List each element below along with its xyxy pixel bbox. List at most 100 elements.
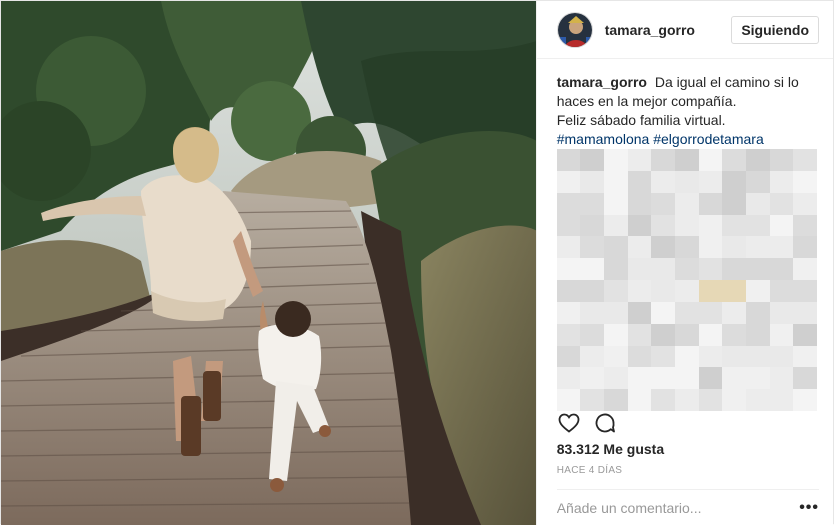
blur-cell xyxy=(769,367,794,390)
blur-cell xyxy=(722,258,746,280)
blur-cell xyxy=(604,214,628,237)
blur-cell xyxy=(556,258,581,280)
add-comment-input[interactable] xyxy=(556,499,800,516)
blur-cell xyxy=(746,301,770,324)
blur-cell xyxy=(627,301,652,324)
blur-cell xyxy=(675,280,699,302)
following-button[interactable]: Siguiendo xyxy=(731,15,819,44)
blur-cell xyxy=(580,236,605,259)
blur-cell xyxy=(651,149,676,171)
blur-cell xyxy=(651,236,676,259)
blur-cell xyxy=(698,345,723,368)
post-username[interactable]: tamara_gorro xyxy=(605,22,732,38)
blur-cell xyxy=(580,280,605,302)
blur-cell xyxy=(675,192,699,215)
caption-username[interactable]: tamara_gorro xyxy=(557,74,647,90)
blur-cell xyxy=(556,301,581,324)
blur-cell xyxy=(722,149,746,171)
blur-cell xyxy=(793,149,817,171)
blur-cell xyxy=(675,214,699,237)
blur-cell xyxy=(556,345,581,368)
pixelated-comment-area xyxy=(556,149,817,411)
post-side-panel: tamara_gorro Siguiendo tamara_gorro Da i… xyxy=(535,1,833,525)
blur-cell xyxy=(627,367,652,390)
blur-cell xyxy=(651,280,676,302)
blur-cell xyxy=(746,214,770,237)
blur-cell xyxy=(698,323,723,346)
blur-cell xyxy=(769,345,794,368)
blur-cell xyxy=(698,170,723,193)
blur-cell xyxy=(604,367,628,390)
blur-cell xyxy=(580,214,605,237)
blur-cell xyxy=(746,149,770,171)
blur-cell xyxy=(746,367,770,390)
blur-cell xyxy=(793,236,817,259)
blur-cell xyxy=(746,236,770,259)
likes-count[interactable]: 83.312 Me gusta xyxy=(557,441,664,457)
blur-cell xyxy=(722,323,746,346)
blur-cell xyxy=(793,323,817,346)
blur-cell xyxy=(722,389,746,411)
more-options-icon[interactable]: ••• xyxy=(799,499,819,517)
blur-cell xyxy=(698,149,723,171)
blur-cell xyxy=(580,367,605,390)
blur-cell xyxy=(604,170,628,193)
blur-cell xyxy=(675,236,699,259)
avatar[interactable] xyxy=(556,11,593,48)
blur-cell xyxy=(675,367,699,390)
blur-cell xyxy=(580,258,605,280)
blur-cell xyxy=(675,301,699,324)
blur-cell xyxy=(675,323,699,346)
blur-cell xyxy=(722,192,746,215)
comment-icon[interactable] xyxy=(593,411,617,435)
blur-cell xyxy=(698,280,723,302)
heart-icon[interactable] xyxy=(557,411,581,435)
blur-cell xyxy=(769,214,794,237)
blur-cell xyxy=(627,323,652,346)
blur-cell xyxy=(651,170,676,193)
blur-cell xyxy=(722,214,746,237)
blur-cell xyxy=(580,389,605,411)
hashtag-elgorrodetamara[interactable]: #elgorrodetamara xyxy=(653,131,764,147)
blur-cell xyxy=(556,236,581,259)
blur-cell xyxy=(793,170,817,193)
blur-cell xyxy=(627,389,652,411)
blur-cell xyxy=(793,192,817,215)
blur-cell xyxy=(793,389,817,411)
blur-cell xyxy=(580,323,605,346)
blur-cell xyxy=(722,280,746,302)
blur-cell xyxy=(769,192,794,215)
blur-cell xyxy=(604,389,628,411)
add-comment-bar: ••• xyxy=(556,489,819,525)
blur-cell xyxy=(604,301,628,324)
blur-cell xyxy=(698,214,723,237)
avatar-image xyxy=(557,12,592,47)
blur-cell xyxy=(627,258,652,280)
blur-cell xyxy=(793,214,817,237)
blur-cell xyxy=(556,280,581,302)
blur-cell xyxy=(746,280,770,302)
blur-cell xyxy=(651,192,676,215)
post-header: tamara_gorro Siguiendo xyxy=(536,1,833,59)
blur-cell xyxy=(675,149,699,171)
blur-cell xyxy=(604,258,628,280)
blur-cell xyxy=(698,301,723,324)
blur-cell xyxy=(769,236,794,259)
post-photo-image xyxy=(1,1,536,525)
blur-cell xyxy=(769,170,794,193)
blur-cell xyxy=(651,367,676,390)
blur-cell xyxy=(627,214,652,237)
blur-cell xyxy=(698,258,723,280)
blur-cell xyxy=(651,258,676,280)
blur-cell xyxy=(604,345,628,368)
blur-cell xyxy=(698,192,723,215)
post-timestamp[interactable]: HACE 4 DÍAS xyxy=(557,465,623,476)
hashtag-mamamolona[interactable]: #mamamolona xyxy=(557,131,650,147)
blur-cell xyxy=(793,258,817,280)
blurred-comments xyxy=(556,149,817,411)
post-photo[interactable] xyxy=(1,1,536,525)
blur-cell xyxy=(580,301,605,324)
blur-cell xyxy=(556,192,581,215)
blur-cell xyxy=(722,170,746,193)
blur-cell xyxy=(793,280,817,302)
